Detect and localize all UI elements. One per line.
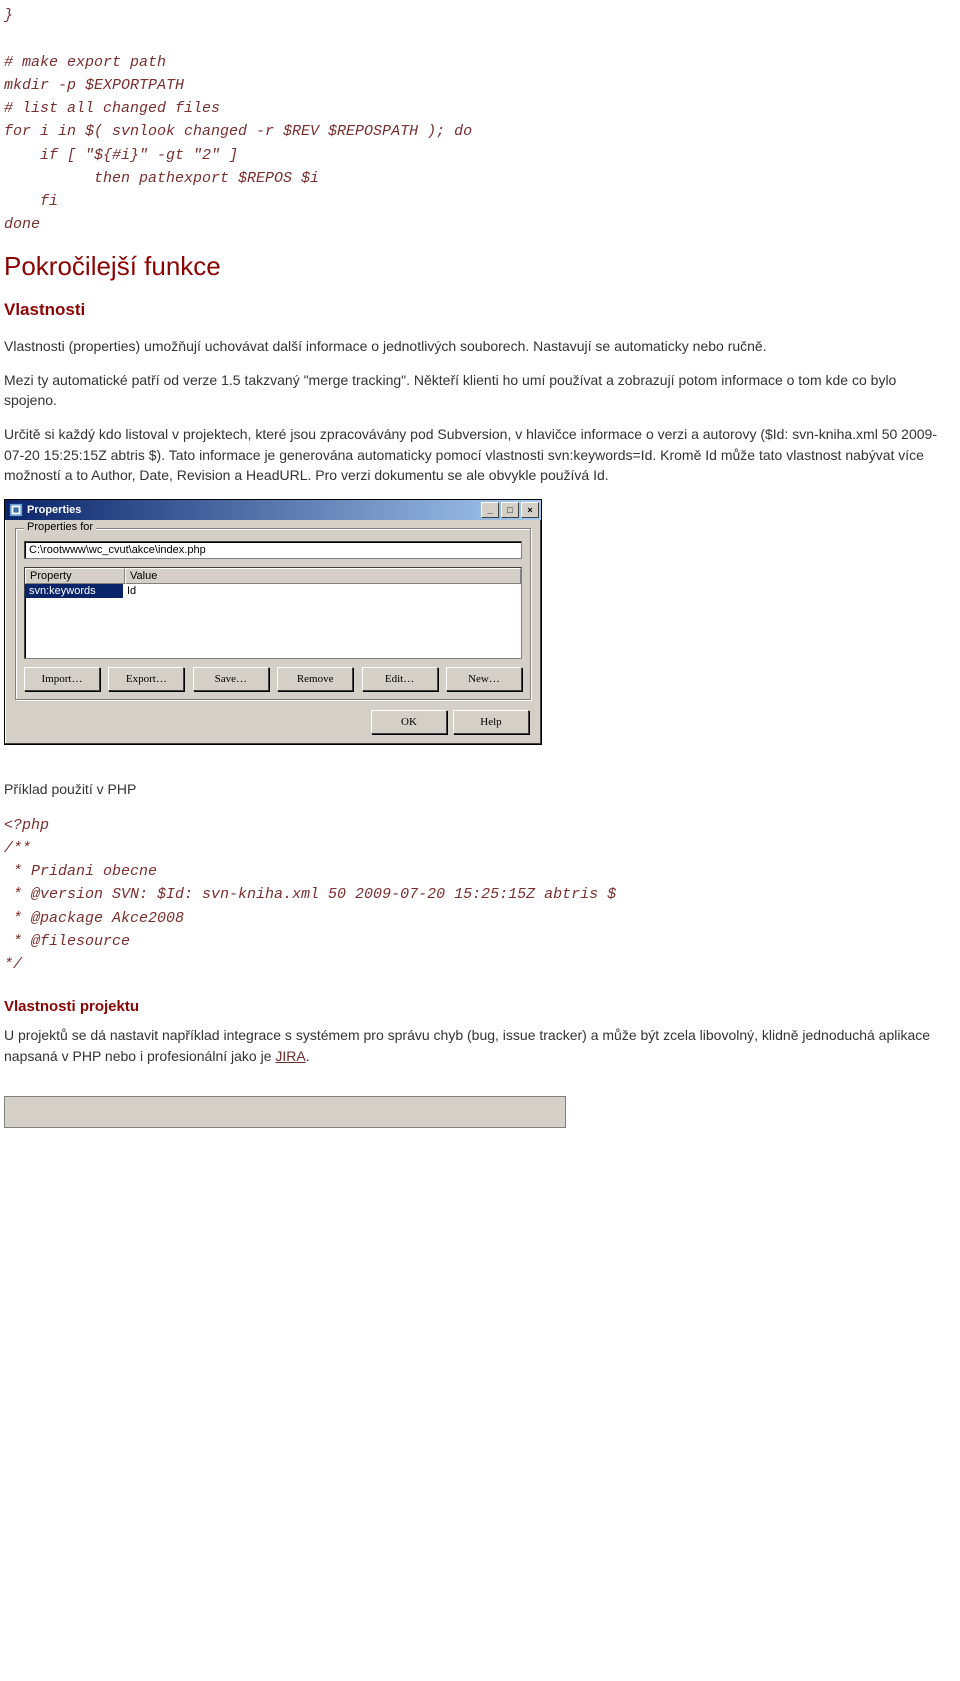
app-icon	[9, 503, 23, 517]
column-header-property[interactable]: Property	[25, 568, 125, 584]
paragraph: Mezi ty automatické patří od verze 1.5 t…	[4, 370, 940, 411]
column-header-value[interactable]: Value	[125, 568, 521, 584]
cell-property: svn:keywords	[25, 584, 123, 598]
file-path-field: C:\rootwww\wc_cvut\akce\index.php	[24, 541, 522, 559]
help-button[interactable]: Help	[453, 710, 529, 734]
example-usage-label: Příklad použití v PHP	[4, 779, 940, 799]
properties-list[interactable]: Property Value svn:keywords Id	[24, 567, 522, 659]
code-block-shell: } # make export path mkdir -p $EXPORTPAT…	[4, 4, 940, 237]
text: .	[306, 1048, 310, 1064]
close-button[interactable]: ×	[521, 502, 539, 518]
table-row[interactable]: svn:keywords Id	[25, 584, 521, 598]
edit-button[interactable]: Edit…	[362, 667, 438, 691]
jira-link[interactable]: JIRA	[275, 1048, 305, 1064]
text: U projektů se dá nastavit například inte…	[4, 1027, 930, 1063]
cell-value: Id	[123, 584, 140, 598]
groupbox-label: Properties for	[24, 521, 96, 533]
remove-button[interactable]: Remove	[277, 667, 353, 691]
properties-dialog: Properties _ □ × Properties for C:\rootw…	[4, 499, 542, 745]
titlebar[interactable]: Properties _ □ ×	[5, 500, 541, 520]
save-button[interactable]: Save…	[193, 667, 269, 691]
paragraph: U projektů se dá nastavit například inte…	[4, 1025, 940, 1066]
new-button[interactable]: New…	[446, 667, 522, 691]
heading-project-properties: Vlastnosti projektu	[4, 998, 940, 1015]
paragraph: Vlastnosti (properties) umožňují uchováv…	[4, 336, 940, 356]
ok-button[interactable]: OK	[371, 710, 447, 734]
maximize-button[interactable]: □	[501, 502, 519, 518]
screenshot-fragment	[4, 1096, 566, 1128]
import-button[interactable]: Import…	[24, 667, 100, 691]
minimize-button[interactable]: _	[481, 502, 499, 518]
heading-properties: Vlastnosti	[4, 300, 940, 320]
dialog-title: Properties	[27, 504, 81, 516]
heading-advanced-functions: Pokročilejší funkce	[4, 251, 940, 282]
export-button[interactable]: Export…	[108, 667, 184, 691]
properties-groupbox: Properties for C:\rootwww\wc_cvut\akce\i…	[15, 528, 531, 700]
paragraph: Určitě si každý kdo listoval v projektec…	[4, 424, 940, 485]
code-block-php: <?php /** * Pridani obecne * @version SV…	[4, 814, 940, 977]
